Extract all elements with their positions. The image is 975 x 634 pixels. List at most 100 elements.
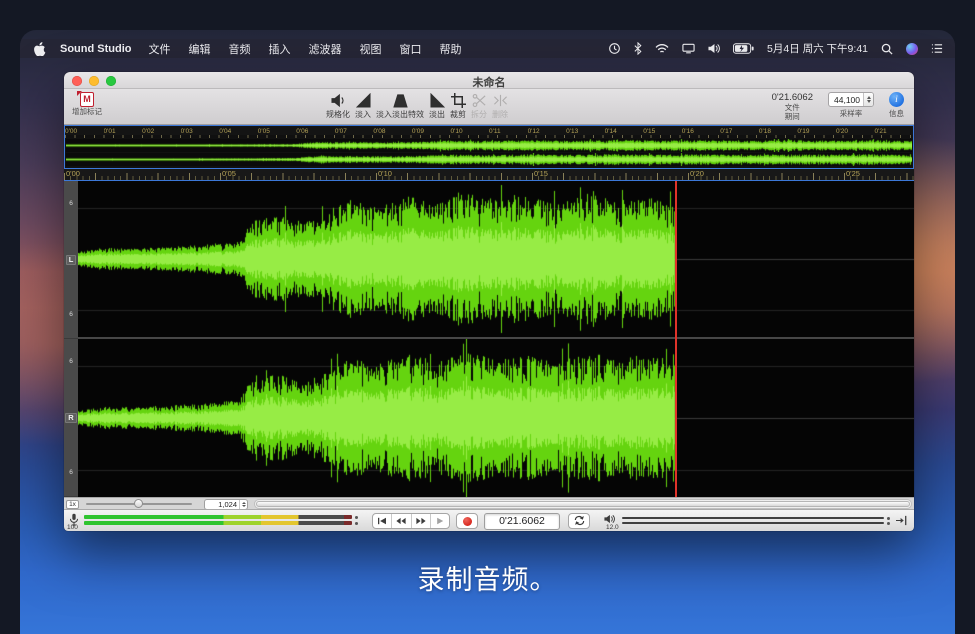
channel-label: L — [66, 255, 77, 265]
horizontal-scrollbar[interactable] — [254, 499, 912, 509]
menu-item[interactable]: 编辑 — [179, 41, 219, 57]
gutter-channel-L: 6L6 — [64, 181, 78, 339]
menu-item[interactable]: 帮助 — [430, 41, 470, 57]
toolbar-tools: 规格化淡入淡入淡出特效淡出裁剪拆分删除 — [326, 92, 508, 120]
marker-icon: M — [80, 92, 94, 107]
tool-split-button: 拆分 — [471, 92, 487, 120]
ruler-label: 0'15 — [534, 169, 548, 178]
menu-item[interactable]: 文件 — [139, 41, 179, 57]
normalize-icon — [331, 92, 346, 108]
zoom-slider-thumb[interactable] — [134, 499, 143, 508]
add-marker-button[interactable]: M 增加标记 — [72, 92, 102, 116]
input-gain-value: 100 — [67, 524, 78, 531]
menu-item[interactable]: 视图 — [350, 41, 390, 57]
info-icon[interactable]: i — [889, 92, 904, 107]
menubar-menus: 文件编辑音频插入滤波器视图窗口帮助 — [139, 41, 470, 57]
notification-list-icon[interactable] — [931, 43, 943, 54]
ruler-label: 0'17 — [720, 127, 759, 135]
rewind-button[interactable] — [391, 514, 410, 528]
battery-icon[interactable] — [733, 43, 754, 54]
tool-fade-in-button[interactable]: 淡入 — [355, 92, 371, 120]
window-titlebar[interactable]: 未命名 — [64, 72, 914, 89]
fade-in-icon — [356, 92, 371, 108]
menubar-clock[interactable]: 5月4日 周六 下午9:41 — [767, 41, 868, 56]
menubar-status: 5月4日 周六 下午9:41 — [608, 41, 955, 56]
timeline-ruler[interactable]: 0'000'050'100'150'200'25 — [64, 169, 914, 181]
spotlight-icon[interactable] — [881, 43, 893, 55]
ruler-label: 0'03 — [181, 127, 220, 135]
output-gain-value: 12.0 — [606, 524, 619, 531]
waveform-right-channel[interactable] — [78, 339, 914, 497]
tool-label: 删除 — [492, 109, 508, 120]
menu-item[interactable]: 音频 — [219, 41, 259, 57]
line-out-icon[interactable] — [896, 515, 907, 526]
ruler-label: 0'25 — [846, 169, 860, 178]
overview-waveform-left[interactable] — [66, 139, 912, 152]
menu-item[interactable]: 窗口 — [390, 41, 430, 57]
tool-label: 淡入淡出特效 — [376, 109, 424, 120]
ruler-label: 0'10 — [378, 169, 392, 178]
apple-menu-icon[interactable] — [34, 42, 46, 56]
scale-label: 6 — [69, 359, 73, 366]
window-title: 未命名 — [64, 74, 914, 90]
file-duration-value: 0'21.6062 — [772, 92, 813, 103]
overview-waveform-right[interactable] — [66, 153, 912, 166]
go-to-start-button[interactable] — [373, 514, 391, 528]
tool-fade-out-button[interactable]: 淡出 — [429, 92, 445, 120]
fast-forward-button[interactable] — [411, 514, 430, 528]
sample-rate-stepper[interactable] — [863, 93, 873, 106]
ruler-label: 0'01 — [104, 127, 143, 135]
tool-normalize-button[interactable]: 规格化 — [326, 92, 350, 120]
time-machine-icon[interactable] — [608, 42, 621, 55]
app-name: Sound Studio — [60, 43, 131, 55]
output-peak-led-right — [887, 522, 890, 525]
scale-label: 6 — [69, 201, 73, 208]
sample-rate-control: 44,100 采样率 — [828, 92, 874, 118]
ruler-label: 0'09 — [412, 127, 451, 135]
ruler-label: 0'06 — [296, 127, 335, 135]
info-label: 信息 — [889, 109, 904, 118]
volume-icon[interactable] — [708, 43, 720, 54]
speaker-icon[interactable] — [604, 514, 615, 524]
tool-label: 拆分 — [471, 109, 487, 120]
time-display: 0'21.6062 — [484, 513, 560, 530]
tool-fade-in-out-button[interactable]: 淡入淡出特效 — [376, 92, 424, 120]
sample-rate-field[interactable]: 44,100 — [828, 92, 874, 107]
bluetooth-icon[interactable] — [634, 42, 642, 55]
ruler-label: 0'04 — [219, 127, 258, 135]
ruler-label: 0'10 — [450, 127, 489, 135]
ruler-label: 0'05 — [222, 169, 236, 178]
record-icon — [463, 517, 472, 526]
menu-item[interactable]: 插入 — [259, 41, 299, 57]
vertical-scale-badge[interactable]: 1x — [66, 500, 79, 509]
fade-out-icon — [430, 92, 445, 108]
window-size-popup[interactable]: 1,024 — [204, 499, 248, 510]
crop-icon — [451, 92, 466, 108]
tool-label: 淡出 — [429, 109, 445, 120]
menu-item[interactable]: 滤波器 — [299, 41, 350, 57]
play-button[interactable] — [430, 514, 449, 528]
display-icon[interactable] — [682, 43, 695, 54]
menubar-left: Sound Studio 文件编辑音频插入滤波器视图窗口帮助 — [20, 41, 470, 57]
overview-panel[interactable]: 0'000'010'020'030'040'050'060'070'080'09… — [64, 125, 914, 169]
horizontal-scrollbar-thumb[interactable] — [256, 501, 910, 507]
waveform-left-channel[interactable] — [78, 181, 914, 337]
tool-crop-button[interactable]: 裁剪 — [450, 92, 466, 120]
overview-ruler: 0'000'010'020'030'040'050'060'070'080'09… — [65, 126, 913, 135]
loop-button[interactable] — [568, 513, 590, 529]
mac-display: Sound Studio 文件编辑音频插入滤波器视图窗口帮助 — [20, 30, 955, 634]
ruler-label: 0'00 — [66, 169, 80, 178]
page-background: Sound Studio 文件编辑音频插入滤波器视图窗口帮助 — [0, 0, 975, 634]
ruler-label: 0'00 — [65, 127, 104, 135]
record-button[interactable] — [456, 513, 478, 529]
playhead — [675, 181, 677, 497]
split-icon — [472, 92, 487, 108]
ruler-label: 0'15 — [643, 127, 682, 135]
ruler-label: 0'13 — [566, 127, 605, 135]
output-level-meter-left — [622, 517, 884, 519]
wifi-icon[interactable] — [655, 44, 669, 54]
siri-icon[interactable] — [906, 43, 918, 55]
ruler-label: 0'02 — [142, 127, 181, 135]
waveform-lanes — [78, 181, 914, 497]
window-size-stepper[interactable] — [239, 500, 247, 509]
